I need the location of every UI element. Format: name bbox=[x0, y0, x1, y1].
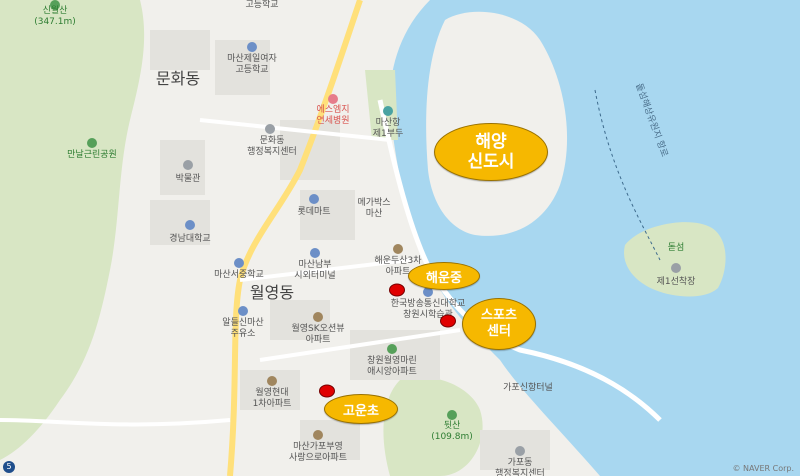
wolyeong-sk-apt-label[interactable]: 월영SK오션뷰 아파트 bbox=[291, 324, 344, 346]
pier-icon bbox=[383, 106, 393, 116]
megabox-label[interactable]: 메가박스 마산 bbox=[357, 198, 390, 220]
school-label[interactable]: 고등학교 bbox=[245, 0, 278, 11]
gapo-bouyoung-apt-label[interactable]: 마산가포부영 사랑으로아파트 bbox=[289, 442, 347, 464]
aldeul-label[interactable]: 알들신마산 주유소 bbox=[222, 318, 263, 340]
marine-new-city-callout[interactable]: 해양 신도시 bbox=[434, 123, 548, 181]
museum-icon bbox=[183, 160, 193, 170]
dwitsan-label[interactable]: 뒷산 bbox=[444, 421, 461, 432]
sports-center-callout[interactable]: 스포츠 센터 bbox=[462, 298, 536, 350]
wolyeong-dong-label: 월영동 bbox=[249, 283, 295, 302]
mountain-icon bbox=[447, 410, 457, 420]
university-icon bbox=[185, 220, 195, 230]
government-icon bbox=[515, 446, 525, 456]
kyungnam-univ-label[interactable]: 경남대학교 bbox=[169, 234, 210, 245]
apartment-icon bbox=[313, 312, 323, 322]
star-icon bbox=[387, 344, 397, 354]
changwon-marina-label[interactable]: 창원월영마린 애시앙아파트 bbox=[367, 356, 417, 378]
dwitsan-height-label: (109.8m) bbox=[431, 432, 473, 442]
apartment-icon bbox=[313, 430, 323, 440]
route-badge: 5 bbox=[3, 461, 15, 473]
park-icon bbox=[87, 138, 97, 148]
naver-copyright: © NAVER Corp. bbox=[732, 464, 794, 473]
gapo-center-label[interactable]: 가포동 행정복지센터 bbox=[495, 458, 545, 476]
government-icon bbox=[265, 124, 275, 134]
munhwa-center-label[interactable]: 문화동 행정복지센터 bbox=[247, 136, 297, 158]
mart-icon bbox=[309, 194, 319, 204]
wolyeong-hyundai-label[interactable]: 월영현대 1차아파트 bbox=[253, 388, 292, 410]
lotte-mart-label[interactable]: 롯데마트 bbox=[297, 207, 330, 218]
nambu-terminal-label[interactable]: 마산남부 시외터미널 bbox=[294, 260, 335, 282]
map-base-layer bbox=[0, 0, 800, 476]
map-canvas[interactable]: 문화동 월영동 신월산 (347.1m) 고등학교 마산제일여자 고등학교 에스… bbox=[0, 0, 800, 476]
hill-dwitsan bbox=[383, 376, 483, 476]
museum-label[interactable]: 박물관 bbox=[176, 174, 201, 185]
manal-park-label[interactable]: 만날근린공원 bbox=[67, 150, 117, 161]
school-icon bbox=[234, 258, 244, 268]
sinwolsan-height-label: (347.1m) bbox=[34, 17, 76, 27]
hill-west bbox=[0, 0, 145, 460]
apartment-icon bbox=[393, 244, 403, 254]
dotseom-pier-label[interactable]: 제1선착장 bbox=[657, 277, 696, 288]
school-marker[interactable] bbox=[319, 384, 335, 398]
gapo-tunnel-label[interactable]: 가포신항터널 bbox=[503, 383, 553, 394]
masan-jeil-girls-hs-label[interactable]: 마산제일여자 고등학교 bbox=[227, 54, 277, 76]
sm-hospital-label[interactable]: 에스엠지 연세병원 bbox=[316, 105, 349, 127]
school-marker[interactable] bbox=[389, 283, 405, 297]
bus-terminal-icon bbox=[310, 248, 320, 258]
school-marker[interactable] bbox=[440, 314, 456, 328]
haeunjung-callout[interactable]: 해운중 bbox=[408, 262, 480, 290]
sinwolsan-label[interactable]: 신월산 bbox=[43, 6, 68, 17]
hospital-icon bbox=[328, 94, 338, 104]
apartment-icon bbox=[267, 376, 277, 386]
pier-icon bbox=[671, 263, 681, 273]
dotseom-label[interactable]: 돋섬 bbox=[668, 243, 685, 254]
goun-elementary-callout[interactable]: 고운초 bbox=[324, 394, 398, 424]
masan-pier-label[interactable]: 마산항 제1부두 bbox=[373, 118, 404, 140]
gas-station-icon bbox=[238, 306, 248, 316]
munhwa-dong-label: 문화동 bbox=[155, 69, 201, 88]
masanseo-ms-label[interactable]: 마산서중학교 bbox=[214, 270, 264, 281]
school-icon bbox=[247, 42, 257, 52]
